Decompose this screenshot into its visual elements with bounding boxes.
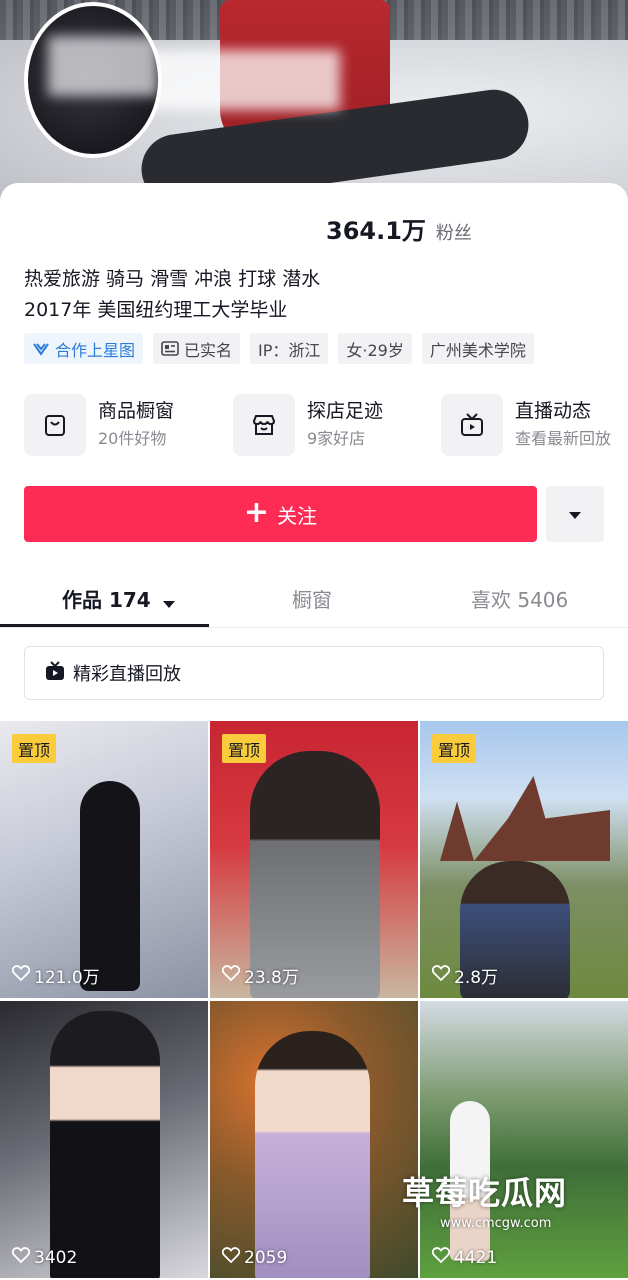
tab-showcase[interactable]: 橱窗: [292, 584, 332, 613]
bio-line: 2017年 美国纽约理工大学毕业: [24, 299, 288, 321]
tv-icon: [45, 660, 65, 686]
xingtu-icon: [32, 341, 50, 357]
tag-label: 合作上星图: [55, 340, 136, 360]
tv-icon: [441, 394, 503, 456]
tab-works[interactable]: 作品 174: [62, 584, 176, 614]
fans-count: 364.1万: [326, 217, 426, 245]
like-count: 4421: [431, 1247, 498, 1268]
video-thumbnail[interactable]: 置顶 23.8万: [210, 721, 418, 998]
heart-icon: [431, 965, 451, 986]
cover-blur: [140, 50, 340, 110]
tag-xingtu[interactable]: 合作上星图: [24, 333, 144, 364]
fans-stat[interactable]: 364.1万 粉丝: [326, 211, 472, 246]
tab-label: 橱窗: [292, 588, 332, 612]
watermark-url: www.cmcgw.com: [440, 1216, 552, 1231]
video-thumbnail[interactable]: 置顶 2.8万: [420, 721, 628, 998]
shortcut-store-visits[interactable]: 探店足迹 9家好店: [233, 394, 383, 456]
tag-verified[interactable]: 已实名: [153, 333, 241, 364]
shortcut-subtitle: 查看最新回放: [515, 429, 612, 448]
shortcut-title: 商品橱窗: [98, 400, 175, 422]
profile-tags: 合作上星图 已实名 IP：浙江 女·29岁 广州美术学院: [24, 333, 534, 364]
shortcut-subtitle: 20件好物: [98, 429, 167, 448]
like-count-text: 2059: [244, 1247, 288, 1268]
like-count: 2059: [221, 1247, 288, 1268]
tab-indicator: [0, 624, 209, 627]
heart-icon: [11, 1247, 31, 1268]
tag-label: 女·29岁: [346, 340, 404, 360]
watermark: 草莓吃瓜网: [402, 1174, 568, 1212]
follow-label: 关注: [277, 503, 318, 528]
plus-icon: +: [243, 494, 270, 530]
tab-likes[interactable]: 喜欢 5406: [471, 584, 568, 613]
shortcut-title: 直播动态: [515, 400, 592, 422]
like-count: 23.8万: [221, 963, 299, 988]
caret-down-icon: [162, 590, 176, 614]
thumbnail-building: [440, 776, 610, 861]
heart-icon: [221, 965, 241, 986]
heart-icon: [221, 1247, 241, 1268]
shortcut-row: 商品橱窗 20件好物 探店足迹 9家好店 直播动态 查看最新回放: [24, 394, 628, 456]
replay-label: 精彩直播回放: [73, 664, 181, 685]
shortcut-live-updates[interactable]: 直播动态 查看最新回放: [441, 394, 611, 456]
triangle-down-icon: [568, 505, 582, 524]
shopping-bag-icon: [24, 394, 86, 456]
id-card-icon: [161, 341, 179, 356]
tag-label: IP：浙江: [258, 340, 321, 360]
like-count-text: 4421: [454, 1247, 498, 1268]
content-tabs: 作品 174 橱窗 喜欢 5406: [0, 570, 628, 628]
shortcut-subtitle: 9家好店: [307, 429, 366, 448]
bio: 热爱旅游 骑马 滑雪 冲浪 打球 潜水 2017年 美国纽约理工大学毕业: [24, 264, 320, 326]
tab-label: 喜欢 5406: [471, 588, 569, 612]
avatar[interactable]: [24, 2, 162, 158]
like-count-text: 121.0万: [34, 968, 100, 988]
video-thumbnail[interactable]: 4421: [420, 1001, 628, 1278]
video-thumbnail[interactable]: 2059: [210, 1001, 418, 1278]
more-options-button[interactable]: [546, 486, 604, 542]
tag-label: 广州美术学院: [429, 340, 526, 360]
video-thumbnail[interactable]: 置顶 121.0万: [0, 721, 208, 998]
thumbnail-figure: [250, 751, 380, 998]
follow-button[interactable]: + 关注: [24, 486, 537, 542]
like-count-text: 2.8万: [454, 968, 499, 988]
like-count: 2.8万: [431, 963, 499, 988]
pinned-badge: 置顶: [432, 734, 477, 763]
like-count-text: 3402: [34, 1247, 78, 1268]
like-count: 3402: [11, 1247, 78, 1268]
like-count: 121.0万: [11, 963, 100, 988]
avatar-blur: [48, 36, 158, 96]
tag-label: 已实名: [184, 340, 233, 360]
tag-school[interactable]: 广州美术学院: [421, 333, 534, 364]
thumbnail-figure: [50, 1011, 160, 1278]
thumbnail-figure: [80, 781, 140, 991]
tab-label: 作品 174: [62, 588, 151, 612]
pinned-badge: 置顶: [12, 734, 57, 763]
like-count-text: 23.8万: [244, 968, 299, 988]
bio-line: 热爱旅游 骑马 滑雪 冲浪 打球 潜水: [24, 268, 321, 290]
heart-icon: [431, 1247, 451, 1268]
shortcut-shop-window[interactable]: 商品橱窗 20件好物: [24, 394, 174, 456]
tag-ip: IP：浙江: [250, 333, 329, 364]
fans-label: 粉丝: [435, 223, 472, 244]
pinned-badge: 置顶: [222, 734, 267, 763]
tag-gender-age: 女·29岁: [338, 333, 412, 364]
heart-icon: [11, 965, 31, 986]
store-icon: [233, 394, 295, 456]
thumbnail-figure: [255, 1031, 370, 1278]
video-thumbnail[interactable]: 3402: [0, 1001, 208, 1278]
live-replay-banner[interactable]: 精彩直播回放: [24, 646, 604, 700]
shortcut-title: 探店足迹: [307, 400, 384, 422]
